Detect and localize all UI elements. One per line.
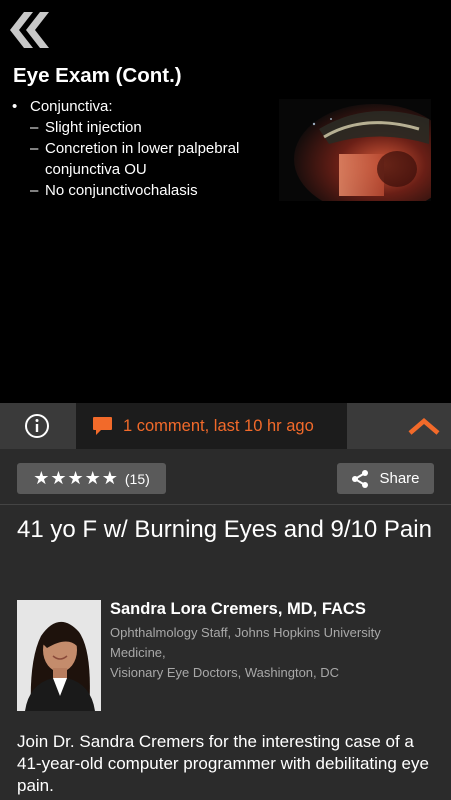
bullet-text: Conjunctiva: bbox=[30, 98, 113, 115]
sub-bullet-text: Slight injection bbox=[45, 119, 142, 136]
comments-button[interactable]: 1 comment, last 10 hr ago bbox=[76, 403, 347, 449]
case-description: Join Dr. Sandra Cremers for the interest… bbox=[17, 732, 429, 795]
slide-bullets: • Conjunctiva: – Slight injection – Conc… bbox=[12, 96, 292, 201]
affiliation-line: Visionary Eye Doctors, Washington, DC bbox=[110, 665, 340, 680]
case-title: 41 yo F w/ Burning Eyes and 9/10 Pain bbox=[17, 516, 432, 543]
divider bbox=[0, 504, 451, 505]
sub-bullet-marker: – bbox=[30, 182, 39, 199]
collapse-button[interactable] bbox=[396, 403, 451, 449]
sub-bullet-text: Concretion in lower palpebral conjunctiv… bbox=[45, 140, 240, 178]
speech-bubble-icon bbox=[92, 416, 113, 436]
slide-title: Eye Exam (Cont.) bbox=[13, 64, 182, 87]
bullet-marker: • bbox=[12, 98, 18, 115]
share-label: Share bbox=[379, 470, 420, 487]
info-button[interactable] bbox=[0, 403, 74, 449]
sub-bullet-marker: – bbox=[30, 119, 39, 136]
slide-toolbar: 1 comment, last 10 hr ago bbox=[0, 403, 451, 449]
share-button[interactable]: Share bbox=[337, 463, 434, 494]
slide-viewer: Eye Exam (Cont.) • Conjunctiva: – Slight… bbox=[0, 0, 451, 403]
sub-bullet-list: – Slight injection – Concretion in lower… bbox=[30, 117, 292, 201]
comment-summary: 1 comment, last 10 hr ago bbox=[123, 416, 314, 435]
share-icon bbox=[352, 469, 369, 488]
sub-bullet-text: No conjunctivochalasis bbox=[45, 182, 198, 199]
double-chevron-left-icon bbox=[10, 12, 49, 48]
author-name[interactable]: Sandra Lora Cremers, MD, FACS bbox=[110, 600, 366, 619]
slit-lamp-eye-photo bbox=[279, 99, 431, 201]
star-rating: ★★★★★ bbox=[33, 468, 119, 489]
author-avatar[interactable] bbox=[17, 600, 101, 711]
rating-button[interactable]: ★★★★★ (15) bbox=[17, 463, 166, 494]
author-affiliation: Ophthalmology Staff, Johns Hopkins Unive… bbox=[110, 623, 430, 683]
sub-bullet-item: – Slight injection bbox=[30, 117, 292, 138]
affiliation-line: Ophthalmology Staff, Johns Hopkins Unive… bbox=[110, 625, 381, 660]
sub-bullet-item: – No conjunctivochalasis bbox=[30, 180, 292, 201]
info-circle-icon bbox=[25, 414, 49, 438]
rating-count: (15) bbox=[124, 470, 150, 487]
back-button[interactable] bbox=[8, 10, 50, 50]
chevron-up-icon bbox=[408, 418, 439, 435]
case-details: ★★★★★ (15) Share 41 yo F w/ Burning Eyes… bbox=[0, 449, 451, 800]
bullet-item: • Conjunctiva: bbox=[12, 96, 292, 117]
sub-bullet-marker: – bbox=[30, 140, 39, 157]
sub-bullet-item: – Concretion in lower palpebral conjunct… bbox=[30, 138, 292, 180]
